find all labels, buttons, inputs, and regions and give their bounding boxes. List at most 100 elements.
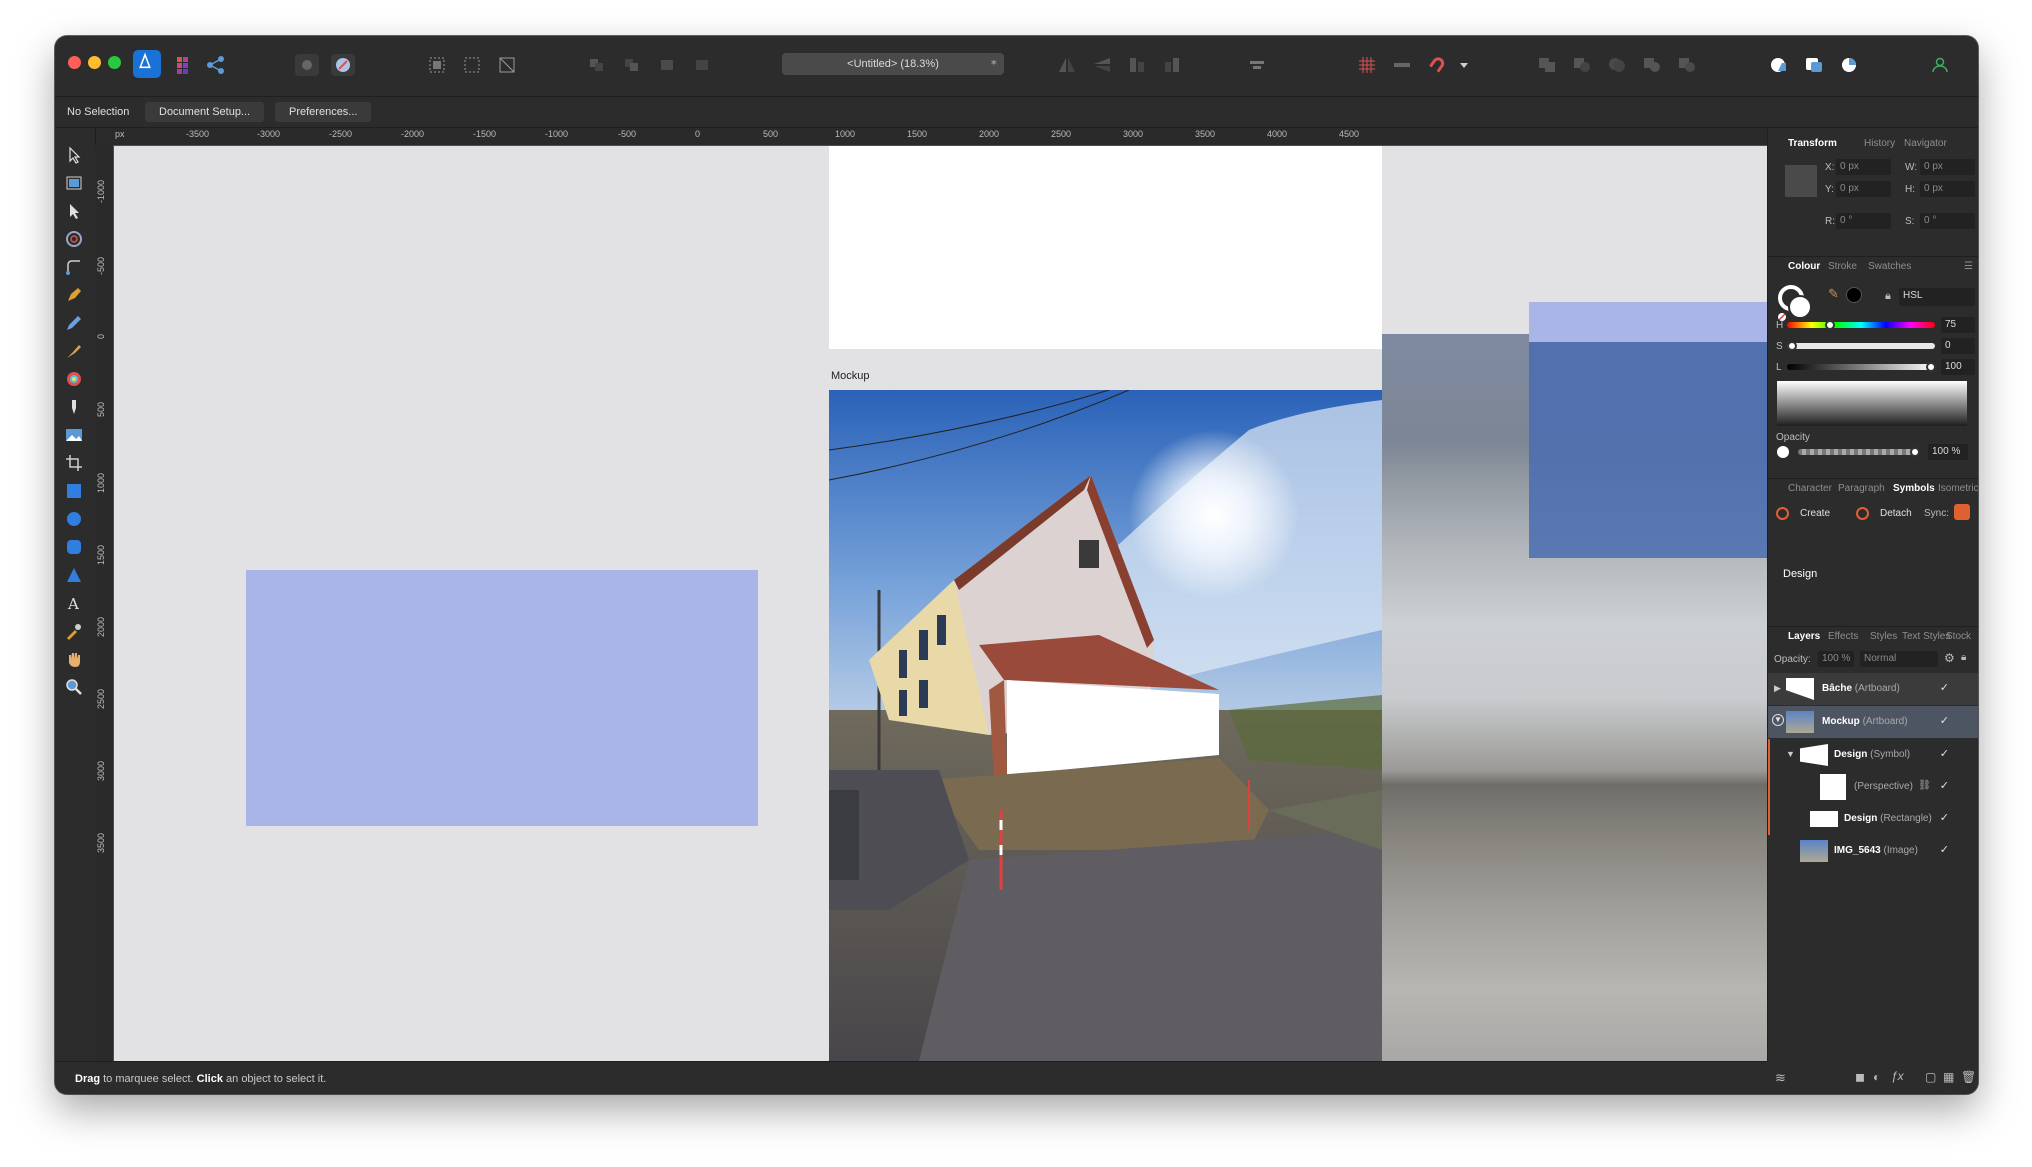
move-tool-icon[interactable] bbox=[63, 144, 85, 166]
saturation-value[interactable]: 0 bbox=[1941, 338, 1975, 354]
lightness-slider-knob[interactable] bbox=[1926, 362, 1936, 372]
tab-transform[interactable]: Transform bbox=[1788, 138, 1837, 149]
boolean-add-icon[interactable] bbox=[1535, 54, 1559, 76]
tab-history[interactable]: History bbox=[1864, 138, 1895, 149]
opacity-value[interactable]: 100 % bbox=[1928, 444, 1968, 460]
tab-colour[interactable]: Colour bbox=[1788, 261, 1820, 272]
anchor-point-selector[interactable] bbox=[1785, 165, 1817, 197]
tab-layers[interactable]: Layers bbox=[1788, 631, 1820, 642]
hue-slider[interactable] bbox=[1787, 322, 1935, 328]
create-symbol-button[interactable]: Create bbox=[1774, 504, 1844, 524]
close-document-icon[interactable]: ✶ bbox=[990, 53, 998, 75]
tab-navigator[interactable]: Navigator bbox=[1904, 138, 1947, 149]
expand-arrow-icon[interactable]: ▶ bbox=[1774, 683, 1781, 694]
preferences-button[interactable]: Preferences... bbox=[275, 102, 372, 122]
tab-isometric[interactable]: Isometric bbox=[1938, 483, 1978, 494]
pixel-persona-icon[interactable] bbox=[173, 54, 197, 76]
layer-row[interactable]: ▶ Bâche (Artboard) ✓ bbox=[1768, 673, 1978, 705]
layer-row[interactable]: Design (Rectangle) ✓ bbox=[1768, 803, 1978, 835]
snap-options-icon[interactable] bbox=[1390, 54, 1414, 76]
document-setup-button[interactable]: Document Setup... bbox=[145, 102, 265, 122]
tab-swatches[interactable]: Swatches bbox=[1868, 261, 1911, 272]
triangle-tool-icon[interactable] bbox=[63, 564, 85, 586]
opacity-slider-knob[interactable] bbox=[1910, 447, 1920, 457]
rotation-field[interactable]: 0 ° bbox=[1836, 213, 1891, 229]
layer-visibility-check-icon[interactable]: ✓ bbox=[1940, 747, 1949, 760]
contour-tool-icon[interactable] bbox=[63, 228, 85, 250]
tab-character[interactable]: Character bbox=[1788, 483, 1832, 494]
rounded-rectangle-tool-icon[interactable] bbox=[63, 536, 85, 558]
tab-text-styles[interactable]: Text Styles bbox=[1902, 631, 1950, 642]
align-icon[interactable] bbox=[1245, 54, 1269, 76]
document-title-tab[interactable]: <Untitled> (18.3%) ✶ bbox=[782, 53, 1004, 75]
layer-visibility-check-icon[interactable]: ✓ bbox=[1940, 714, 1949, 727]
boolean-intersect-icon[interactable] bbox=[1605, 54, 1629, 76]
layer-opacity-field[interactable]: 100 % bbox=[1818, 651, 1854, 667]
layer-row[interactable]: ▼ Design (Symbol) ✓ bbox=[1768, 739, 1978, 771]
canvas[interactable]: Mockup bbox=[114, 146, 1767, 1061]
rotate-right-icon[interactable] bbox=[1160, 54, 1184, 76]
export-persona-icon[interactable] bbox=[204, 54, 228, 76]
move-forward-icon[interactable] bbox=[620, 54, 644, 76]
snapping-magnet-icon[interactable] bbox=[1425, 54, 1449, 76]
saturation-slider-knob[interactable] bbox=[1787, 341, 1797, 351]
boolean-divide-icon[interactable] bbox=[1675, 54, 1699, 76]
hue-value[interactable]: 75 bbox=[1941, 317, 1975, 333]
tab-effects[interactable]: Effects bbox=[1828, 631, 1858, 642]
rectangle-tool-icon[interactable] bbox=[63, 480, 85, 502]
tab-paragraph[interactable]: Paragraph bbox=[1838, 483, 1885, 494]
account-icon[interactable] bbox=[1928, 54, 1952, 76]
select-all-icon[interactable] bbox=[425, 54, 449, 76]
place-image-tool-icon[interactable] bbox=[63, 424, 85, 446]
zoom-window-button[interactable] bbox=[108, 56, 121, 69]
sync-toggle-icon[interactable] bbox=[1954, 504, 1970, 520]
vector-brush-tool-icon[interactable] bbox=[63, 340, 85, 362]
assistant-icon[interactable] bbox=[295, 54, 319, 76]
x-field[interactable]: 0 px bbox=[1836, 159, 1891, 175]
settings-assistant-icon[interactable] bbox=[331, 54, 355, 76]
fill-tool-icon[interactable] bbox=[63, 368, 85, 390]
layer-visibility-check-icon[interactable]: ✓ bbox=[1940, 843, 1949, 856]
tab-styles[interactable]: Styles bbox=[1870, 631, 1897, 642]
mask-layer-icon[interactable]: ◼ bbox=[1855, 1070, 1865, 1084]
h-field[interactable]: 0 px bbox=[1920, 181, 1975, 197]
color-picker-tool-icon[interactable] bbox=[63, 620, 85, 642]
layer-visibility-check-icon[interactable]: ✓ bbox=[1940, 681, 1949, 694]
symbol-item-design[interactable]: Design bbox=[1783, 568, 1817, 580]
adjustment-icon[interactable]: ◐ bbox=[1873, 1070, 1880, 1084]
layer-row[interactable]: ▼ Mockup (Artboard) ✓ bbox=[1768, 706, 1978, 738]
shear-field[interactable]: 0 ° bbox=[1920, 213, 1975, 229]
delete-layer-icon[interactable]: 🗑︎ bbox=[1961, 1070, 1976, 1084]
current-color-swatch[interactable] bbox=[1846, 287, 1862, 303]
tab-symbols[interactable]: Symbols bbox=[1893, 483, 1935, 494]
minimize-window-button[interactable] bbox=[88, 56, 101, 69]
blend-mode-select[interactable]: Normal bbox=[1860, 651, 1938, 667]
colour-preview-swatch[interactable] bbox=[1777, 381, 1967, 426]
link-icon[interactable]: ⛓ bbox=[1918, 780, 1931, 791]
layer-visibility-check-icon[interactable]: ✓ bbox=[1940, 779, 1949, 792]
rotate-left-icon[interactable] bbox=[1125, 54, 1149, 76]
view-hand-tool-icon[interactable] bbox=[63, 648, 85, 670]
boolean-subtract-icon[interactable] bbox=[1570, 54, 1594, 76]
hue-slider-knob[interactable] bbox=[1825, 320, 1835, 330]
pencil-tool-icon[interactable] bbox=[63, 312, 85, 334]
fill-stroke-wells[interactable] bbox=[1776, 283, 1816, 323]
layers-stack-icon[interactable]: ≋ bbox=[1775, 1070, 1786, 1086]
fx-icon[interactable]: ƒx bbox=[1891, 1069, 1904, 1083]
layer-row[interactable]: (Perspective) ⛓ ✓ bbox=[1768, 771, 1978, 803]
layer-settings-gear-icon[interactable]: ⚙ bbox=[1944, 651, 1955, 665]
flip-horizontal-icon[interactable] bbox=[1055, 54, 1079, 76]
color-model-select[interactable]: HSL bbox=[1899, 288, 1975, 306]
corner-tool-icon[interactable] bbox=[63, 256, 85, 278]
detach-symbol-button[interactable]: Detach bbox=[1854, 504, 1934, 524]
tab-stock[interactable]: Stock bbox=[1946, 631, 1971, 642]
arrange-icon[interactable] bbox=[1802, 54, 1826, 76]
opacity-slider[interactable] bbox=[1798, 449, 1918, 455]
group-icon[interactable]: ▦ bbox=[1943, 1070, 1954, 1084]
color-picker-icon[interactable]: ✎ bbox=[1828, 286, 1839, 302]
zoom-tool-icon[interactable] bbox=[63, 676, 85, 698]
boolean-xor-icon[interactable] bbox=[1640, 54, 1664, 76]
collapse-arrow-icon[interactable]: ▼ bbox=[1772, 714, 1784, 726]
vertical-ruler[interactable]: -1000 -500 0 500 1000 1500 2000 2500 300… bbox=[95, 145, 114, 1061]
crop-tool-icon[interactable] bbox=[63, 452, 85, 474]
